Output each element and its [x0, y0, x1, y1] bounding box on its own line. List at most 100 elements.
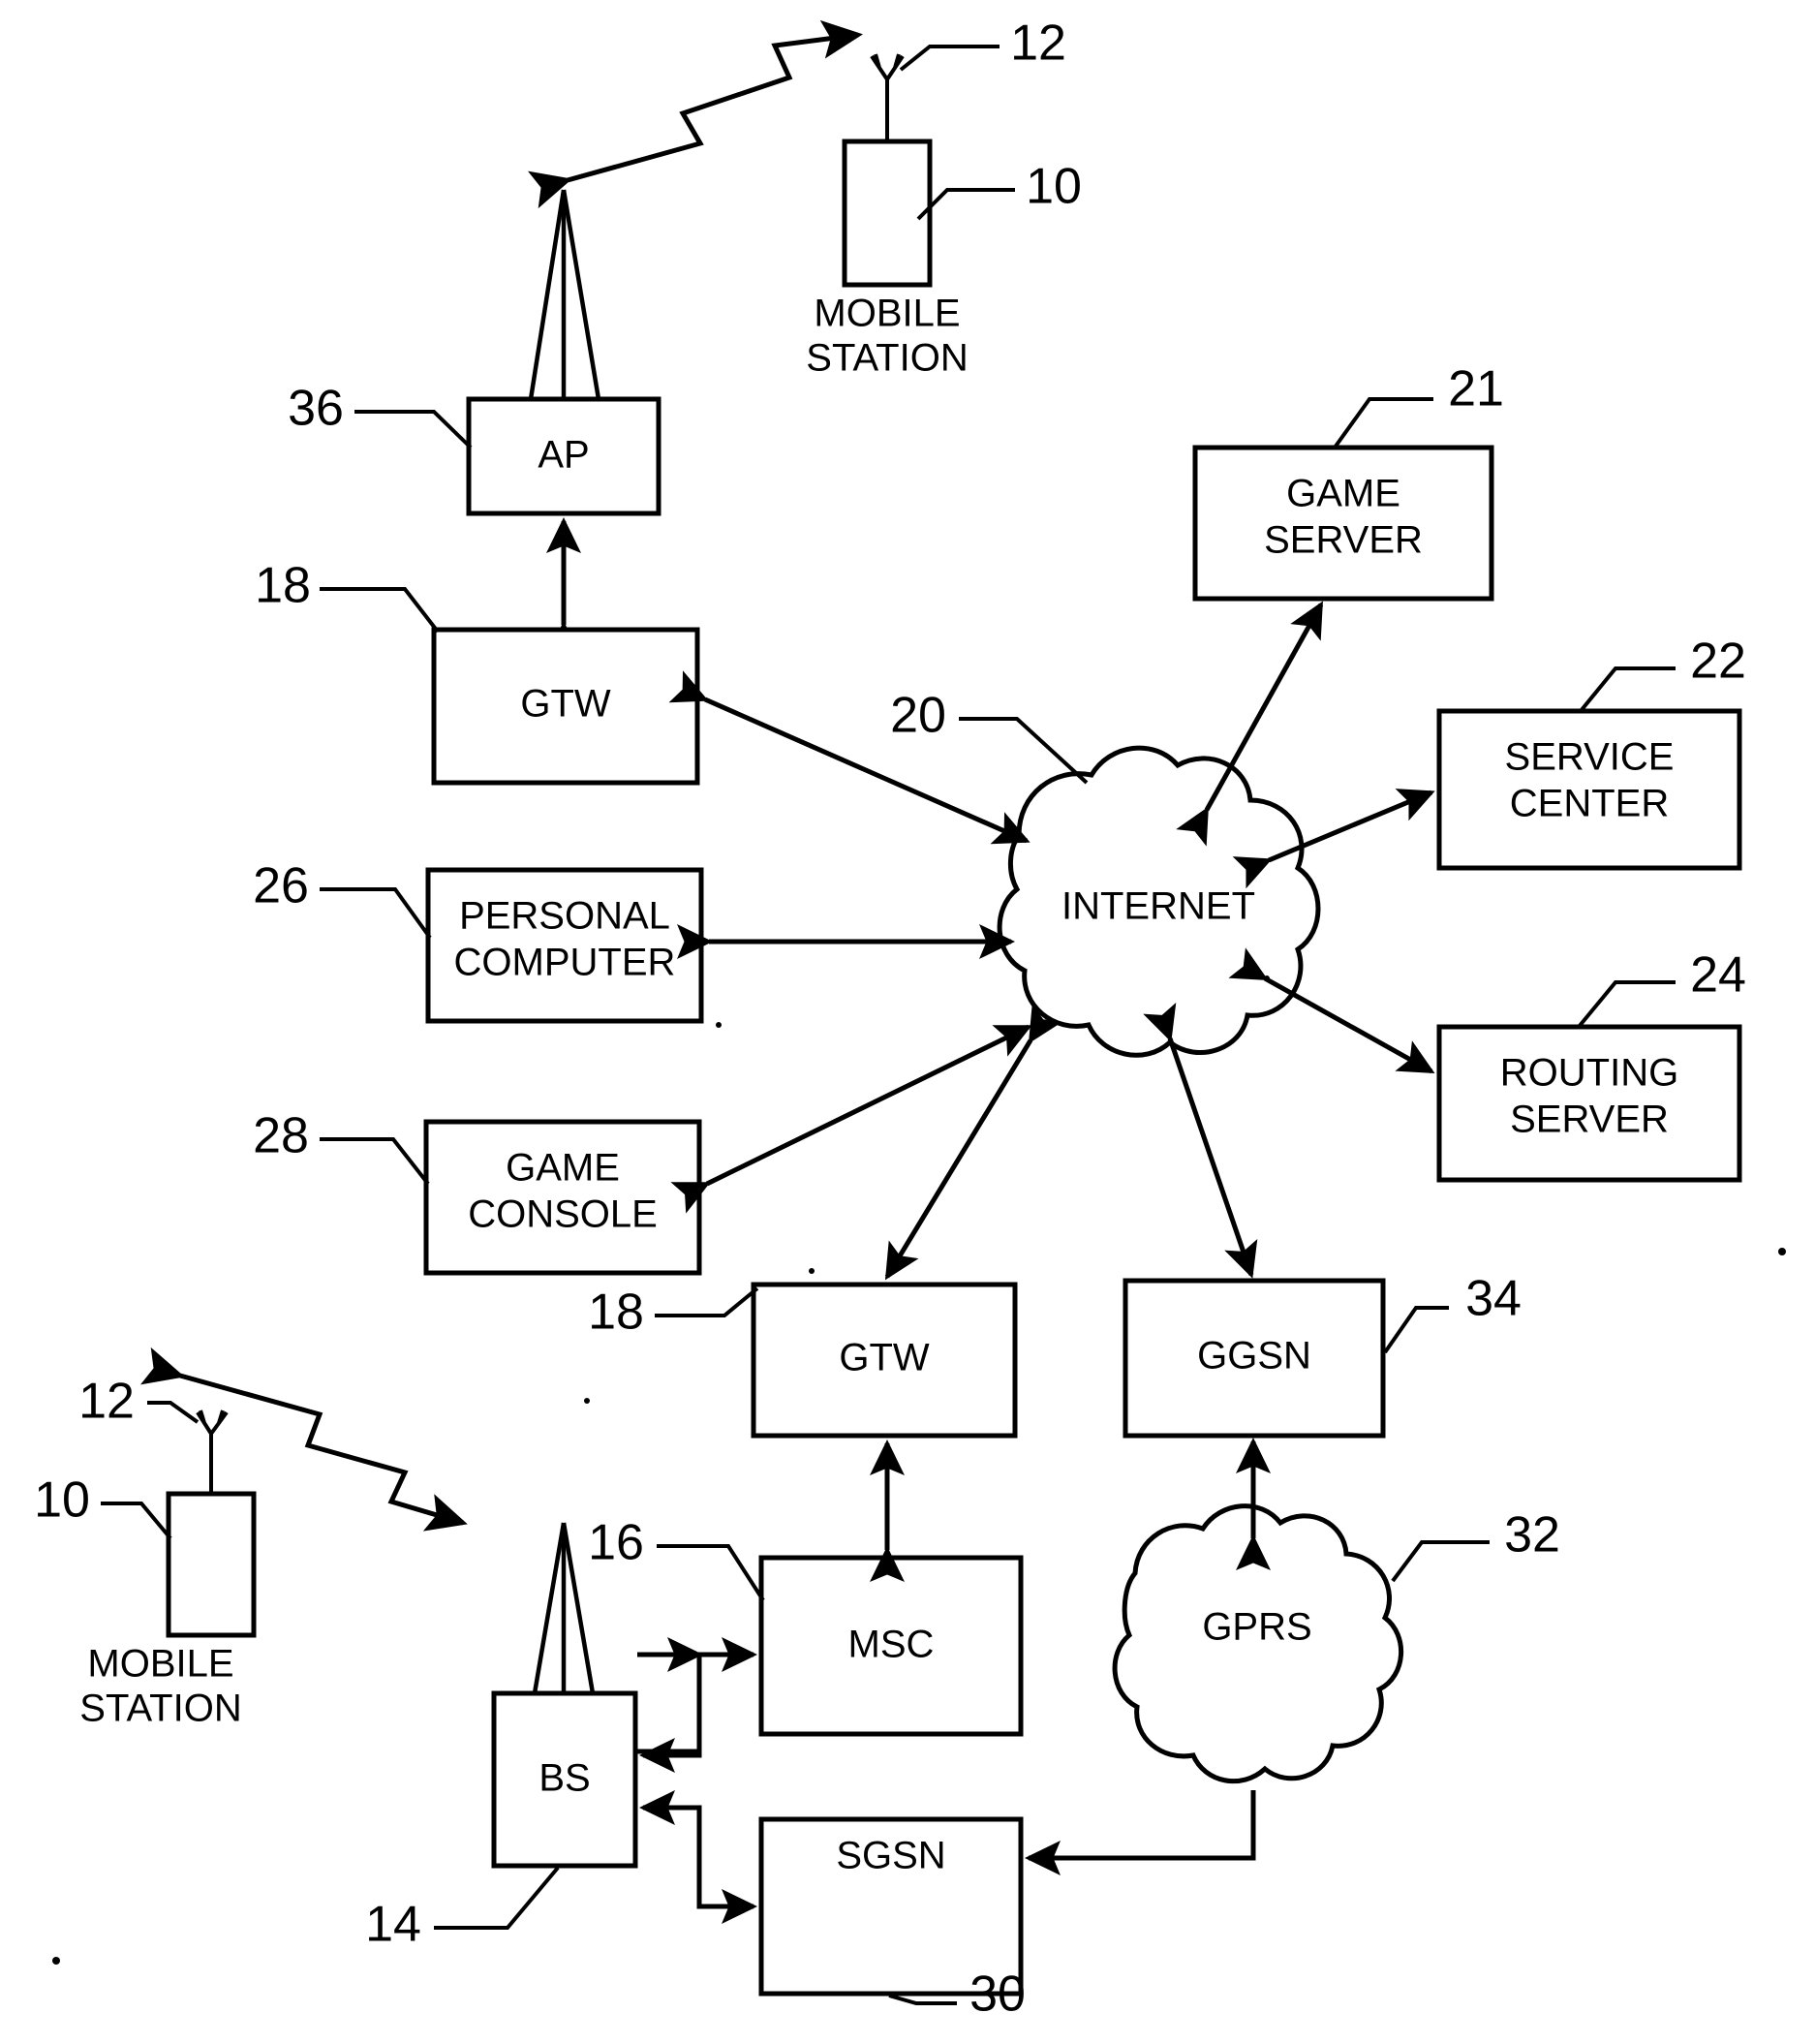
scan-speck	[809, 1268, 815, 1274]
access-point-label: AP	[538, 434, 589, 477]
antenna-icon-bottom	[196, 1409, 229, 1436]
gprs-cloud-group: GPRS 32	[1112, 1503, 1560, 1784]
ref-number-26: 26	[253, 858, 309, 914]
link-msc-to-bs	[638, 1655, 702, 1773]
msc-group: MSC 16	[588, 1515, 1024, 1737]
routing-server-label-line2: SERVER	[1510, 1099, 1669, 1141]
ref-number-10-top: 10	[1026, 159, 1082, 215]
base-station-group: BS 14	[365, 1522, 638, 1953]
ggsn-label: GGSN	[1197, 1335, 1311, 1378]
scan-speck	[716, 1022, 722, 1028]
gateway-bottom-group: GTW 18	[588, 1282, 1018, 1439]
radio-link-top	[528, 19, 863, 209]
leader-line-28	[320, 1137, 430, 1186]
link-sgsn-to-bs	[638, 1790, 702, 1906]
mobile-station-bottom-body	[166, 1491, 257, 1638]
mobile-station-bottom-label-line1: MOBILE	[87, 1643, 233, 1686]
ref-number-18-bottom: 18	[588, 1285, 644, 1341]
leader-line-10-bottom	[101, 1502, 172, 1540]
leader-line-18-bottom	[655, 1286, 759, 1317]
link-internet-ggsn	[1143, 1002, 1258, 1279]
ref-number-22: 22	[1690, 634, 1746, 690]
mobile-station-top-label-line1: MOBILE	[814, 293, 960, 335]
radio-link-top-zigzag	[528, 19, 863, 209]
leader-line-12-bottom	[147, 1401, 200, 1424]
leader-line-30	[888, 1994, 957, 2005]
ref-number-10-bottom: 10	[34, 1472, 90, 1529]
leader-line-18-top	[320, 587, 440, 634]
mobile-station-bottom-label-line2: STATION	[79, 1688, 241, 1730]
ref-number-12-bottom: 12	[78, 1374, 135, 1430]
service-center-group: SERVICE CENTER 22	[1436, 634, 1746, 871]
scan-speck	[52, 1957, 60, 1965]
network-architecture-diagram: 12 10 MOBILE STATION AP 36 GTW 18 INTERN…	[34, 15, 1786, 2023]
personal-computer-group: PERSONAL COMPUTER 26	[253, 858, 704, 1024]
internet-label: INTERNET	[1061, 885, 1255, 928]
routing-server-group: ROUTING SERVER 24	[1436, 947, 1746, 1183]
gateway-top-label: GTW	[520, 683, 611, 726]
ref-number-32: 32	[1504, 1507, 1560, 1564]
scan-speck	[584, 1398, 590, 1404]
game-console-label-line2: CONSOLE	[468, 1193, 658, 1236]
leader-line-16	[657, 1544, 765, 1602]
leader-line-22	[1579, 666, 1676, 713]
leader-line-24	[1577, 980, 1676, 1029]
mobile-station-top-body	[842, 139, 933, 288]
ref-number-34: 34	[1465, 1271, 1522, 1327]
bs-tower-left	[532, 1522, 567, 1694]
access-point-group: AP 36	[288, 189, 661, 516]
sgsn-group: SGSN 30	[758, 1816, 1026, 2023]
ap-tower-left	[528, 189, 567, 400]
gateway-top-group: GTW 18	[255, 558, 700, 786]
leader-line-14	[434, 1866, 560, 1930]
ggsn-group: GGSN 34	[1123, 1271, 1522, 1439]
patent-figure-canvas: 12 10 MOBILE STATION AP 36 GTW 18 INTERN…	[0, 0, 1815, 2044]
leader-line-32	[1391, 1540, 1490, 1583]
link-internet-routing-server	[1228, 947, 1435, 1074]
ref-number-16: 16	[588, 1515, 644, 1571]
mobile-station-top-label-line2: STATION	[806, 337, 968, 380]
base-station-label: BS	[538, 1757, 590, 1800]
antenna-icon-top	[870, 53, 905, 81]
link-game-console-internet	[670, 1024, 1032, 1214]
ap-tower-right	[561, 189, 601, 400]
ref-number-20: 20	[890, 688, 946, 744]
leader-line-10-top	[916, 188, 1015, 221]
link-internet-gtw-bottom	[884, 1004, 1062, 1281]
msc-label: MSC	[848, 1624, 935, 1666]
routing-server-label-line1: ROUTING	[1500, 1052, 1678, 1095]
gateway-bottom-label: GTW	[839, 1337, 930, 1379]
ref-number-12-top: 12	[1010, 15, 1066, 72]
game-server-label-line2: SERVER	[1264, 519, 1423, 562]
ref-number-36: 36	[288, 381, 344, 437]
ref-number-24: 24	[1690, 947, 1746, 1004]
game-server-group: GAME SERVER 21	[1192, 361, 1504, 602]
game-console-group: GAME CONSOLE 28	[253, 1108, 702, 1276]
personal-computer-label-line1: PERSONAL	[459, 895, 670, 938]
ref-number-21: 21	[1448, 361, 1504, 418]
leader-line-34	[1383, 1306, 1449, 1354]
internet-cloud-group: INTERNET 20	[890, 688, 1321, 1058]
link-bs-to-sgsn	[696, 1808, 758, 1924]
mobile-station-bottom-group: 12 10 MOBILE STATION	[34, 1374, 257, 1730]
leader-line-36	[354, 410, 473, 449]
leader-line-21	[1333, 397, 1433, 449]
ref-number-14: 14	[365, 1897, 421, 1953]
link-gprs-to-sgsn	[1024, 1790, 1256, 1875]
mobile-station-top-group: 12 10 MOBILE STATION	[806, 15, 1082, 380]
link-bs-to-msc	[635, 1637, 758, 1754]
service-center-label-line2: CENTER	[1510, 783, 1669, 825]
ref-number-28: 28	[253, 1108, 309, 1164]
scan-speck	[1778, 1248, 1786, 1255]
link-internet-game-server	[1176, 601, 1324, 847]
service-center-label-line1: SERVICE	[1505, 736, 1675, 779]
leader-line-12-top	[899, 45, 1000, 72]
scan-speck	[1264, 976, 1270, 981]
personal-computer-label-line2: COMPUTER	[454, 942, 676, 984]
sgsn-label: SGSN	[836, 1835, 945, 1877]
ref-number-18-top: 18	[255, 558, 311, 614]
ref-number-30: 30	[969, 1967, 1026, 2023]
gprs-label: GPRS	[1202, 1606, 1311, 1649]
game-console-label-line1: GAME	[506, 1147, 620, 1190]
game-server-label-line1: GAME	[1286, 473, 1400, 515]
